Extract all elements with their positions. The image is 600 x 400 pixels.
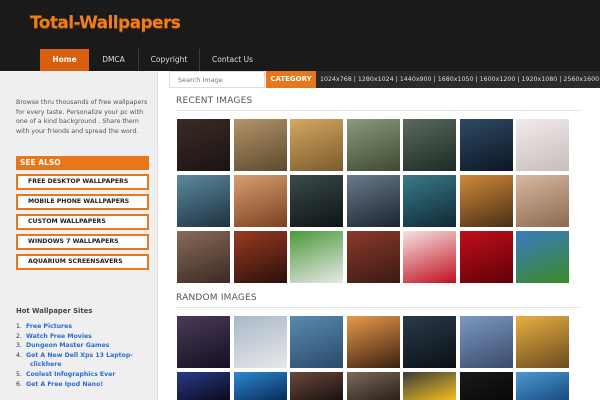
search-input[interactable] — [169, 71, 265, 88]
thumbnail-dark-fantasy[interactable] — [177, 316, 230, 368]
thumbnail-white-sports-car[interactable] — [234, 316, 287, 368]
see-also-aquarium[interactable]: AQUARIUM SCREENSAVERS — [16, 254, 149, 270]
sidebar: Browse thru thousands of free wallpapers… — [0, 71, 158, 400]
thumbnail-night-lake[interactable] — [460, 119, 513, 171]
site-header: Total-Wallpapers Home DMCA Copyright Con… — [0, 0, 600, 71]
thumbnail-beach-sunset[interactable] — [516, 316, 569, 368]
thumbnail-dark-room[interactable] — [460, 372, 513, 400]
list-item: 2. Watch Free Movies — [16, 332, 92, 340]
thumbnail-city-skyline[interactable] — [460, 316, 513, 368]
thumbnail-ocean-horizon[interactable] — [516, 372, 569, 400]
sidebar-intro: Browse thru thousands of free wallpapers… — [16, 99, 148, 135]
thumbnail-dark-angel[interactable] — [290, 175, 343, 227]
see-also-free-desktop[interactable]: FREE DESKTOP WALLPAPERS — [16, 174, 149, 190]
hot-link-dell-xps[interactable]: Get A New Dell Xps 13 Laptop- — [26, 352, 133, 359]
list-item: 1. Free Pictures — [16, 323, 73, 330]
nav-home[interactable]: Home — [40, 49, 89, 71]
nav-dmca[interactable]: DMCA — [89, 49, 139, 71]
see-also-box: SEE ALSO FREE DESKTOP WALLPAPERS MOBILE … — [16, 156, 149, 270]
hot-sites-list: 1. Free Pictures 2. Watch Free Movies 3. Du… — [16, 322, 156, 389]
hot-link-free-pictures[interactable]: Free Pictures — [26, 323, 72, 330]
thumbnail-dark-street[interactable] — [403, 316, 456, 368]
section-divider — [176, 110, 581, 111]
thumbnail-pale-figure[interactable] — [516, 119, 569, 171]
thumbnail-couple-embrace[interactable] — [403, 175, 456, 227]
thumbnail-football-player[interactable] — [347, 231, 400, 283]
thumbnail-golden-goddess[interactable] — [460, 175, 513, 227]
thumbnail-caution-sign[interactable] — [403, 372, 456, 400]
thumbnail-blue-water[interactable] — [234, 372, 287, 400]
main-nav: Home DMCA Copyright Contact Us — [40, 49, 265, 71]
list-item: 5. Coolest Infographics Ever — [16, 370, 116, 378]
hot-sites-title: Hot Wallpaper Sites — [16, 307, 93, 315]
thumbnail-dark-forest-dusk[interactable] — [177, 119, 230, 171]
thumbnail-fairy-figure[interactable] — [516, 175, 569, 227]
thumbnail-liverpool-crest-red[interactable] — [460, 231, 513, 283]
thumbnail-fantasy-city[interactable] — [234, 119, 287, 171]
thumbnail-vampire-lady[interactable] — [177, 231, 230, 283]
thumbnail-football-stadium[interactable] — [516, 231, 569, 283]
see-also-custom[interactable]: CUSTOM WALLPAPERS — [16, 214, 149, 230]
category-button[interactable]: CATEGORY — [266, 71, 316, 88]
thumbnail-football-kick[interactable] — [290, 231, 343, 283]
thumbnail-man-in-suit[interactable] — [347, 372, 400, 400]
thumbnail-sea-arch[interactable] — [290, 316, 343, 368]
see-also-title: SEE ALSO — [16, 156, 149, 170]
thumbnail-sunset-smoke[interactable] — [347, 316, 400, 368]
thumbnail-actor-portrait[interactable] — [290, 372, 343, 400]
see-also-mobile-phone[interactable]: MOBILE PHONE WALLPAPERS — [16, 194, 149, 210]
hot-link-infographics[interactable]: Coolest Infographics Ever — [26, 371, 115, 378]
resolution-links[interactable]: 1024x768 | 1280x1024 | 1440x900 | 1680x1… — [316, 71, 600, 88]
thumbnail-castle-landscape[interactable] — [347, 119, 400, 171]
site-logo[interactable]: Total-Wallpapers — [30, 13, 181, 33]
thumbnail-red-hair-woman[interactable] — [234, 231, 287, 283]
list-item: 6. Get A Free Ipod Nano! — [16, 380, 104, 388]
thumbnail-blue-dragon[interactable] — [177, 175, 230, 227]
section-divider — [176, 307, 581, 308]
random-images-title: RANDOM IMAGES — [176, 293, 257, 303]
hot-link-ipod-nano[interactable]: Get A Free Ipod Nano! — [26, 381, 103, 388]
hot-link-watch-free-movies[interactable]: Watch Free Movies — [26, 333, 92, 340]
thumbnail-warrior-portrait[interactable] — [234, 175, 287, 227]
list-item: 4. Get A New Dell Xps 13 Laptop-clickhere — [16, 351, 156, 370]
list-item: 3. Dungeon Master Games — [16, 342, 110, 350]
see-also-windows-7[interactable]: WINDOWS 7 WALLPAPERS — [16, 234, 149, 250]
thumbnail-warrior-woman[interactable] — [290, 119, 343, 171]
hot-link-clickhere[interactable]: clickhere — [16, 360, 156, 370]
nav-contact-us[interactable]: Contact Us — [200, 49, 265, 71]
nav-copyright[interactable]: Copyright — [139, 49, 200, 71]
recent-images-title: RECENT IMAGES — [176, 96, 253, 106]
thumbnail-liverpool-crest-white[interactable] — [403, 231, 456, 283]
thumbnail-gamer-lights[interactable] — [177, 372, 230, 400]
thumbnail-winged-creature[interactable] — [403, 119, 456, 171]
thumbnail-woman-face[interactable] — [347, 175, 400, 227]
hot-link-dungeon-master[interactable]: Dungeon Master Games — [26, 342, 109, 349]
